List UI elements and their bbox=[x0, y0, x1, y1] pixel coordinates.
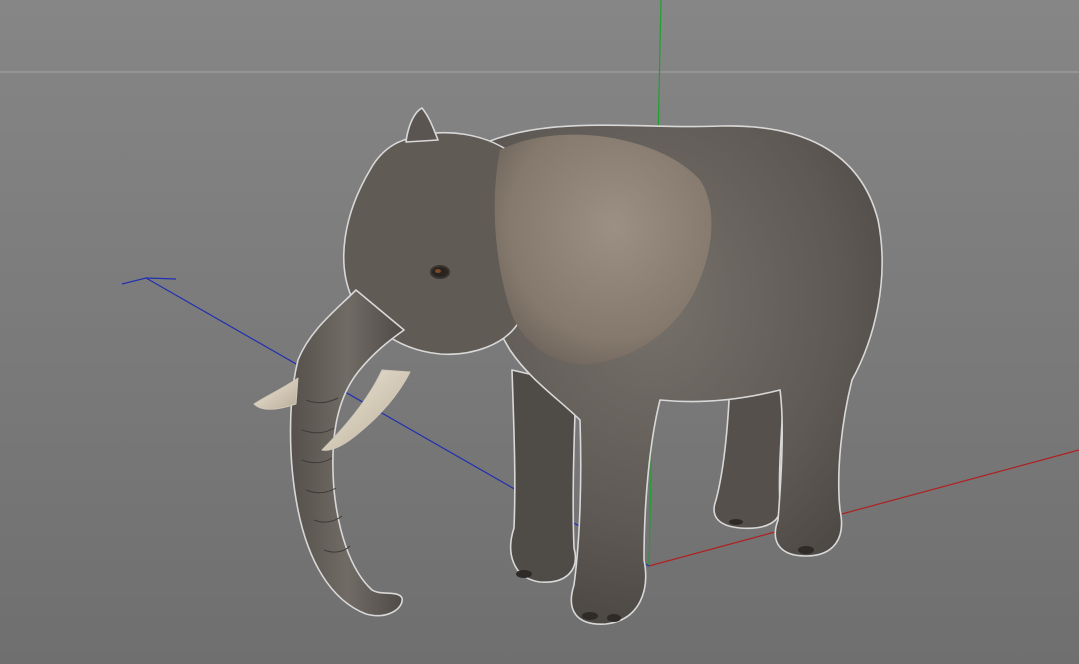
rear-far-leg bbox=[713, 379, 785, 530]
elephant-ear-tip bbox=[405, 107, 439, 143]
viewport-scene bbox=[0, 0, 1079, 625]
elephant-model[interactable] bbox=[253, 107, 883, 625]
elephant-tusk-far bbox=[253, 377, 299, 410]
3d-viewport[interactable] bbox=[0, 0, 1079, 664]
elephant-eye-highlight bbox=[435, 269, 441, 273]
z-axis-tick bbox=[145, 277, 177, 280]
elephant-trunk bbox=[289, 289, 405, 617]
